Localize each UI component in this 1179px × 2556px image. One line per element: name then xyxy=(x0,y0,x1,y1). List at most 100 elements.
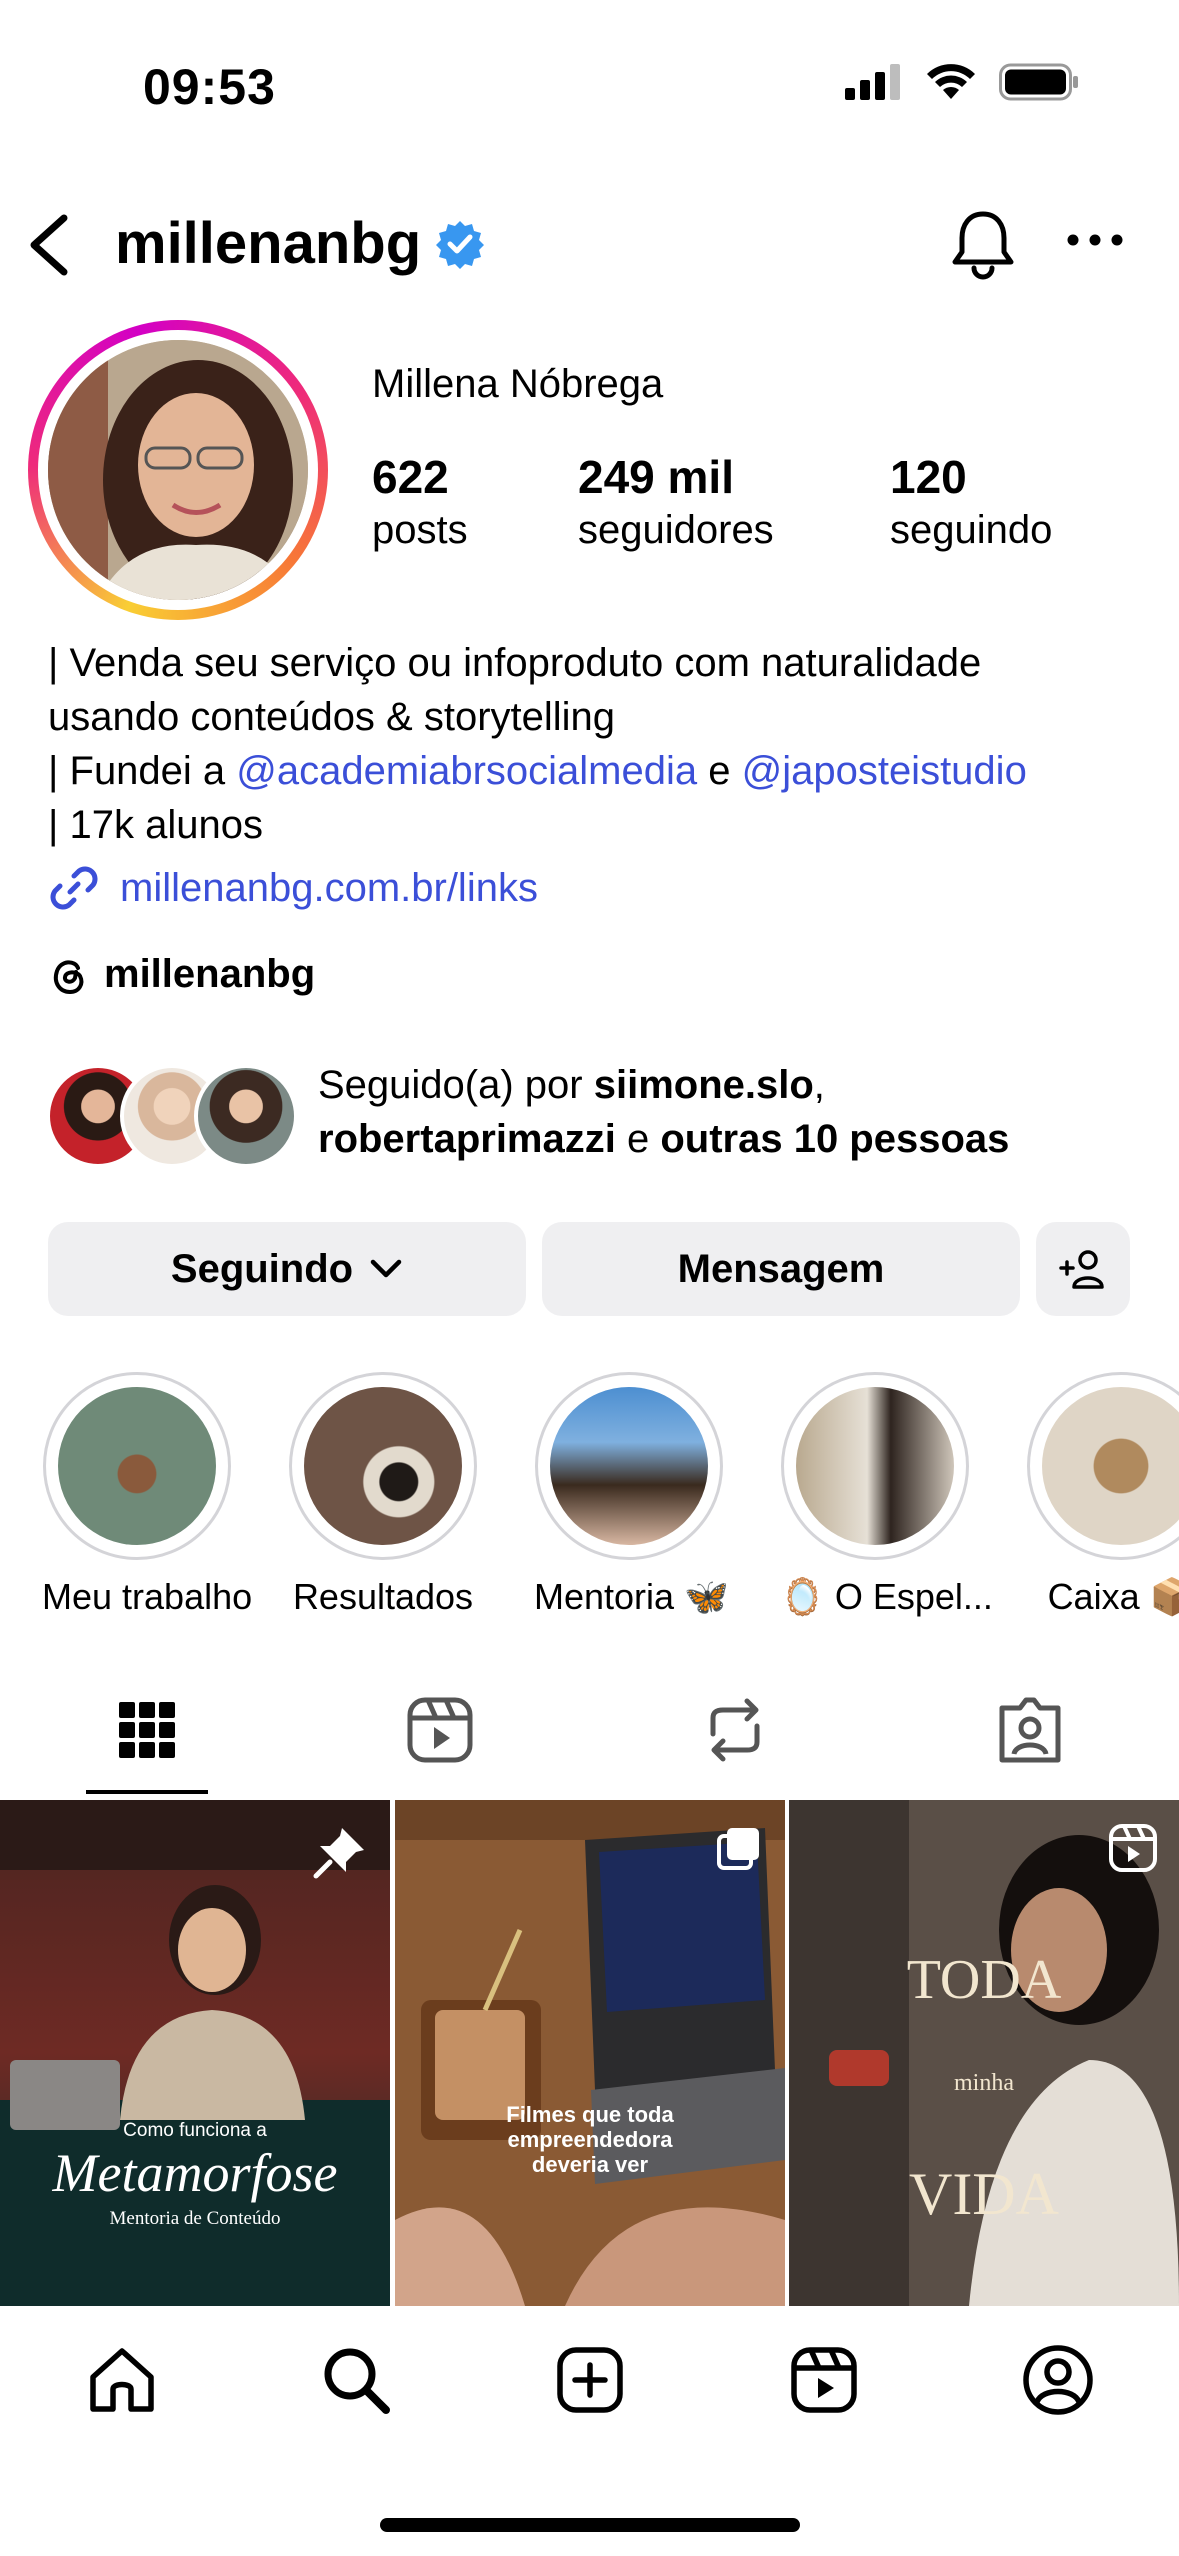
highlight-cover xyxy=(304,1387,462,1545)
cellular-signal-icon xyxy=(845,64,900,100)
add-post-icon xyxy=(557,2347,623,2413)
profile-bio: | Venda seu serviço ou infoproduto com n… xyxy=(48,636,1148,852)
highlight-label: Mentoria 🦋 xyxy=(534,1576,729,1617)
repost-icon xyxy=(710,1698,760,1762)
reel-indicator-icon xyxy=(1109,1824,1157,1872)
avatar xyxy=(194,1064,298,1168)
nav-home[interactable] xyxy=(82,2340,162,2420)
home-icon xyxy=(90,2348,154,2412)
reels-icon xyxy=(791,2347,857,2413)
highlight-resultados[interactable]: Resultados xyxy=(288,1372,478,1618)
following-button-label: Seguindo xyxy=(170,1246,354,1291)
highlight-label: 🪞 O Espel... xyxy=(780,1576,993,1617)
profile-icon xyxy=(1023,2345,1093,2415)
followers-count: 249 mil xyxy=(578,451,734,503)
website-url: millenanbg.com.br/links xyxy=(120,865,538,910)
followers-label: seguidores xyxy=(578,508,774,552)
bio-line: | Venda seu serviço ou infoproduto com n… xyxy=(48,641,982,685)
post-tile[interactable]: Como funciona a Metamorfose Mentoria de … xyxy=(0,1800,390,2306)
nav-profile[interactable] xyxy=(1018,2340,1098,2420)
following-button[interactable]: Seguindo xyxy=(48,1222,526,1316)
bio-line: | Fundei a @academiabrsocialmedia e @jap… xyxy=(48,744,1148,798)
post-caption-line: Mentoria de Conteúdo xyxy=(109,2208,281,2229)
status-indicators xyxy=(845,62,1079,102)
mutual-user: robertaprimazzi xyxy=(318,1117,616,1161)
tagged-person-icon xyxy=(999,1697,1061,1763)
highlight-mentoria[interactable]: Mentoria 🦋 xyxy=(534,1372,729,1618)
mention-link[interactable]: @academiabrsocialmedia xyxy=(236,749,697,793)
tab-tagged[interactable] xyxy=(990,1690,1070,1770)
suggested-users-button[interactable] xyxy=(1036,1222,1130,1316)
tab-posts-grid[interactable] xyxy=(107,1690,187,1770)
bio-line: | 17k alunos xyxy=(48,803,263,847)
post-tile[interactable]: Filmes que toda empreendedora deveria ve… xyxy=(395,1800,785,2306)
following-label: seguindo xyxy=(890,508,1053,552)
link-icon xyxy=(50,866,98,910)
threads-icon xyxy=(53,959,84,994)
highlight-o-espelho[interactable]: 🪞 O Espel... xyxy=(780,1372,993,1618)
separator: , xyxy=(813,1063,825,1107)
chevron-left-icon xyxy=(30,214,68,276)
display-name: Millena Nóbrega xyxy=(372,362,664,406)
wifi-icon xyxy=(927,64,975,99)
website-link[interactable]: millenanbg.com.br/links xyxy=(48,862,538,914)
post-caption-title: Metamorfose xyxy=(52,2143,338,2203)
post-tile[interactable]: TODA minha VIDA xyxy=(789,1800,1179,2306)
post-caption-line: empreendedora xyxy=(507,2127,673,2152)
post-caption-line: Como funciona a xyxy=(123,2120,267,2141)
highlight-label: Meu trabalho xyxy=(42,1576,253,1617)
followed-by-mid: e xyxy=(615,1117,661,1161)
more-options-button[interactable] xyxy=(1065,230,1125,255)
highlight-cover xyxy=(58,1387,216,1545)
highlight-caixa[interactable]: Caixa 📦 xyxy=(1026,1372,1179,1618)
nav-search[interactable] xyxy=(316,2340,396,2420)
followed-by-text[interactable]: Seguido(a) por siimone.slo, robertaprima… xyxy=(318,1058,1009,1166)
carousel-icon xyxy=(717,1828,759,1870)
profile-avatar[interactable] xyxy=(28,320,328,620)
message-button-label: Mensagem xyxy=(677,1246,885,1291)
threads-link[interactable]: millenanbg xyxy=(48,952,315,997)
bell-icon xyxy=(952,211,1014,280)
mutual-followers-avatars[interactable] xyxy=(46,1064,298,1168)
posts-label: posts xyxy=(372,508,468,552)
mention-link[interactable]: @japosteistudio xyxy=(742,749,1027,793)
bio-line: usando conteúdos & storytelling xyxy=(48,695,616,739)
pin-icon xyxy=(313,1828,364,1879)
post-caption-line: deveria ver xyxy=(531,2152,649,2177)
posts-stat[interactable]: 622 posts xyxy=(372,450,468,553)
highlight-label: Resultados xyxy=(292,1576,474,1617)
post-caption-title: TODA xyxy=(906,1949,1062,2011)
chevron-down-icon xyxy=(370,1259,402,1278)
post-caption-line: minha xyxy=(954,2070,1014,2096)
following-stat[interactable]: 120 seguindo xyxy=(890,450,1052,553)
post-caption-line: Filmes que toda xyxy=(506,2102,674,2127)
message-button[interactable]: Mensagem xyxy=(542,1222,1020,1316)
nav-create[interactable] xyxy=(550,2340,630,2420)
mutual-user: siimone.slo xyxy=(593,1063,814,1107)
reels-icon xyxy=(407,1697,473,1763)
tab-reels[interactable] xyxy=(400,1690,480,1770)
tab-reposts[interactable] xyxy=(695,1690,775,1770)
battery-icon xyxy=(999,63,1078,101)
nav-reels[interactable] xyxy=(784,2340,864,2420)
following-count: 120 xyxy=(890,451,967,503)
highlight-cover xyxy=(1042,1387,1179,1545)
highlight-meu-trabalho[interactable]: Meu trabalho xyxy=(42,1372,253,1618)
status-time: 09:53 xyxy=(143,59,276,115)
username-text: millenanbg xyxy=(115,211,422,276)
post-thumbnail xyxy=(789,1800,1179,2306)
bio-text: | Fundei a xyxy=(48,749,237,793)
back-button[interactable] xyxy=(22,210,82,280)
post-caption-title: VIDA xyxy=(909,2161,1059,2227)
header-username: millenanbg xyxy=(115,210,485,277)
notifications-button[interactable] xyxy=(950,208,1016,285)
followed-by-prefix: Seguido(a) por xyxy=(318,1063,594,1107)
highlight-cover xyxy=(796,1387,954,1545)
more-horizontal-icon xyxy=(1067,234,1123,246)
threads-username: millenanbg xyxy=(104,952,316,996)
home-indicator[interactable] xyxy=(380,2518,800,2532)
highlight-cover xyxy=(550,1387,708,1545)
bio-text: e xyxy=(697,749,742,793)
followers-stat[interactable]: 249 mil seguidores xyxy=(578,450,774,553)
mutual-others: outras 10 pessoas xyxy=(660,1117,1010,1161)
